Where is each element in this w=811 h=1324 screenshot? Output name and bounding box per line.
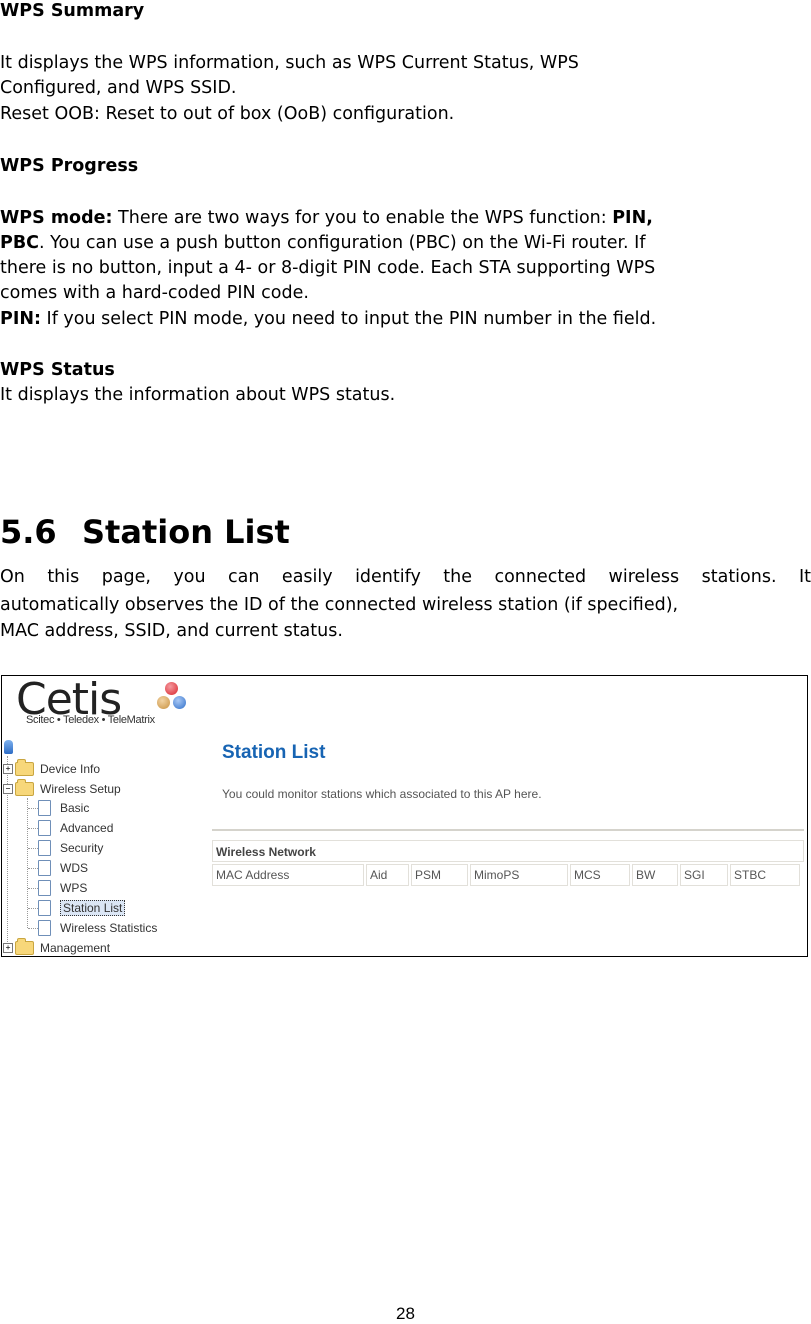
tree-item-wds[interactable]: WDS (38, 859, 88, 877)
tree-item-device-info[interactable]: + Device Info (3, 759, 101, 778)
wps-summary-text-1: It displays the WPS information, such as… (0, 53, 579, 73)
logo-dot-blue (173, 696, 186, 709)
wps-mode-line-2: PBC. You can use a push button configura… (0, 232, 646, 255)
section-heading: 5.6 Station List (0, 510, 290, 554)
page-icon (38, 840, 51, 856)
page-icon (38, 900, 51, 916)
column-bw: BW (632, 864, 678, 886)
tree-item-label: Wireless Setup (40, 782, 121, 796)
pin-label: PIN: (0, 309, 41, 329)
section-text-1: On this page, you can easily identify th… (0, 567, 811, 587)
pin-line: PIN: If you select PIN mode, you need to… (0, 308, 656, 331)
page-icon (38, 800, 51, 816)
tree-item-label-selected: Station List (60, 900, 126, 916)
section-text-2: automatically observes the ID of the con… (0, 595, 679, 615)
page-icon (38, 880, 51, 896)
folder-open-icon (15, 779, 34, 796)
wps-progress-heading: WPS Progress (0, 156, 139, 176)
table-header-row: MAC Address Aid PSM MimoPS MCS BW SGI ST… (212, 864, 804, 886)
tree-item-label: Wireless Statistics (60, 921, 158, 935)
column-mimops: MimoPS (470, 864, 568, 886)
pin-term: PIN, (612, 208, 653, 228)
table-section-header: Wireless Network (212, 840, 804, 862)
section-text-3: MAC address, SSID, and current status. (0, 621, 343, 641)
column-mac-address: MAC Address (212, 864, 364, 886)
tree-item-station-list[interactable]: Station List (38, 899, 126, 917)
content-description: You could monitor stations which associa… (222, 787, 542, 801)
wps-summary-heading: WPS Summary (0, 1, 145, 21)
wps-mode-text: There are two ways for you to enable the… (112, 208, 613, 228)
folder-icon (15, 759, 34, 776)
network-root-icon (4, 740, 13, 754)
tree-item-label: WDS (60, 861, 88, 875)
tree-item-basic[interactable]: Basic (38, 799, 89, 817)
page-icon (38, 820, 51, 836)
column-mcs: MCS (570, 864, 630, 886)
logo-dot-red (165, 682, 178, 695)
expand-icon[interactable]: + (3, 943, 13, 953)
page-icon (38, 860, 51, 876)
wps-mode-label: WPS mode: (0, 208, 113, 228)
expand-icon[interactable]: + (3, 764, 13, 774)
wps-mode-line-3: there is no button, input a 4- or 8-digi… (0, 258, 656, 278)
wps-status-text: It displays the information about WPS st… (0, 385, 396, 405)
pbc-term: PBC (0, 233, 40, 253)
tree-item-label: Security (60, 841, 104, 855)
logo-dot-gold (157, 696, 170, 709)
page-number: 28 (396, 1304, 415, 1323)
wps-mode-text-2: . You can use a push button configuratio… (39, 233, 646, 253)
divider (212, 829, 804, 831)
section-title: Station List (82, 513, 290, 551)
page-icon (38, 920, 51, 936)
column-psm: PSM (411, 864, 468, 886)
tree-item-wps[interactable]: WPS (38, 879, 87, 897)
content-title: Station List (222, 742, 326, 763)
pin-text: If you select PIN mode, you need to inpu… (40, 309, 657, 329)
column-aid: Aid (366, 864, 409, 886)
column-sgi: SGI (680, 864, 728, 886)
tree-item-label: Management (40, 941, 111, 955)
tree-item-advanced[interactable]: Advanced (38, 819, 113, 837)
wps-reset-oob-text: Reset OOB: Reset to out of box (OoB) con… (0, 104, 455, 124)
logo-tagline: Scitec • Teledex • TeleMatrix (26, 714, 155, 726)
column-stbc: STBC (730, 864, 800, 886)
folder-icon (15, 938, 34, 955)
section-number: 5.6 (0, 513, 57, 551)
wps-status-heading: WPS Status (0, 360, 115, 380)
tree-item-security[interactable]: Security (38, 839, 103, 857)
tree-item-label: WPS (60, 881, 88, 895)
tree-item-wireless-setup[interactable]: − Wireless Setup (3, 779, 121, 798)
station-table: Wireless Network MAC Address Aid PSM Mim… (212, 840, 804, 886)
tree-item-management[interactable]: + Management (3, 938, 111, 956)
wps-mode-line-1: WPS mode: There are two ways for you to … (0, 207, 653, 230)
wps-summary-text-2: Configured, and WPS SSID. (0, 78, 237, 98)
tree-item-label: Advanced (60, 821, 114, 835)
wps-mode-line-4: comes with a hard-coded PIN code. (0, 283, 309, 303)
collapse-icon[interactable]: − (3, 784, 13, 794)
tree-item-wireless-statistics[interactable]: Wireless Statistics (38, 919, 157, 937)
station-list-screenshot: Cetis Scitec • Teledex • TeleMatrix + De… (1, 675, 808, 957)
tree-item-label: Basic (60, 801, 90, 815)
tree-item-label: Device Info (40, 762, 101, 776)
